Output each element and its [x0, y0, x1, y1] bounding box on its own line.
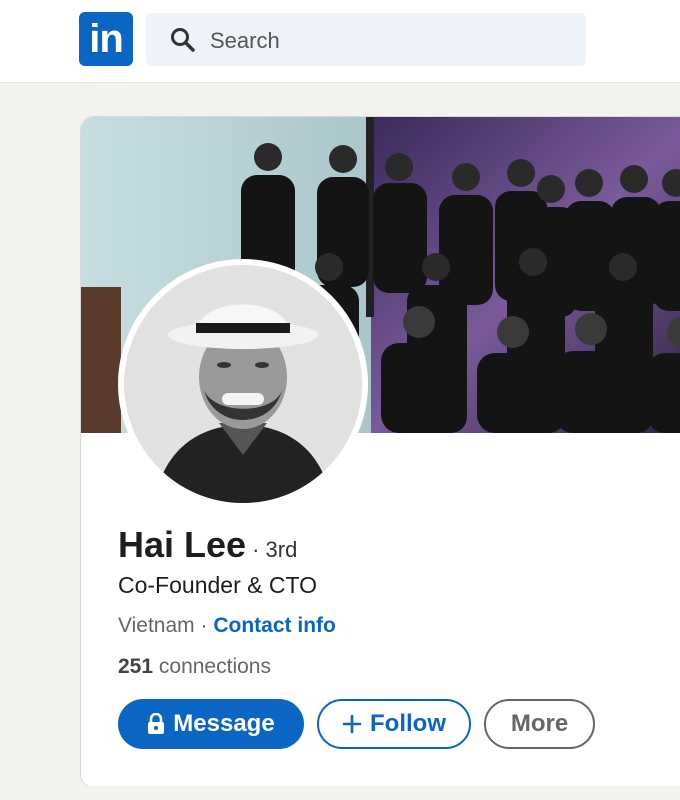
- lock-icon: [148, 713, 165, 734]
- profile-headline: Co-Founder & CTO: [118, 572, 317, 598]
- top-nav-bar: in: [0, 0, 680, 83]
- page-background: [80, 786, 680, 800]
- contact-info-link[interactable]: Contact info: [213, 614, 335, 637]
- search-icon: [171, 28, 195, 52]
- follow-button[interactable]: Follow: [317, 699, 471, 749]
- message-button[interactable]: Message: [118, 699, 304, 749]
- profile-name-row: Hai Lee · 3rd: [118, 524, 297, 568]
- search-box[interactable]: [146, 13, 586, 68]
- location-row: Vietnam · Contact info: [118, 614, 336, 638]
- more-label: More: [510, 710, 569, 737]
- linkedin-logo[interactable]: in: [79, 12, 133, 66]
- follow-label: Follow: [370, 710, 446, 737]
- separator: ·: [200, 614, 208, 637]
- profile-name: Hai Lee: [118, 524, 247, 565]
- profile-photo[interactable]: [118, 259, 368, 509]
- more-button[interactable]: More: [484, 699, 595, 749]
- connection-degree: · 3rd: [252, 537, 298, 562]
- message-label: Message: [173, 710, 275, 737]
- connections-label: connections: [158, 655, 271, 678]
- search-input[interactable]: [208, 13, 572, 68]
- connections-count[interactable]: 251 connections: [118, 655, 271, 679]
- profile-card: [80, 116, 680, 788]
- profile-location: Vietnam: [118, 614, 195, 637]
- connections-number: 251: [118, 655, 154, 678]
- plus-icon: [342, 714, 362, 734]
